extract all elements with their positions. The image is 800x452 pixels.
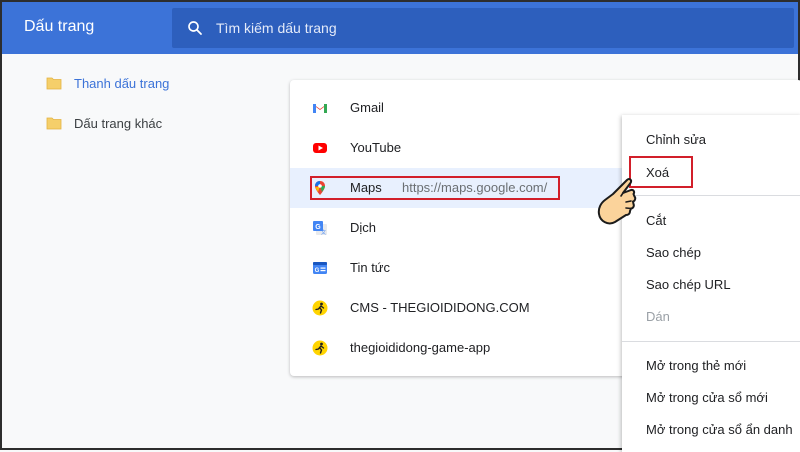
search-icon[interactable] xyxy=(186,19,204,37)
menu-item-edit[interactable]: Chỉnh sửa xyxy=(646,132,706,147)
menu-item-copy-url[interactable]: Sao chép URL xyxy=(646,277,731,292)
maps-highlight-annotation xyxy=(310,176,560,200)
pointing-hand-icon xyxy=(597,178,637,225)
search-input[interactable] xyxy=(216,8,776,48)
bookmark-title: thegioididong-game-app xyxy=(350,340,491,355)
bookmark-title: CMS - THEGIOIDIDONG.COM xyxy=(350,300,530,315)
menu-item-copy[interactable]: Sao chép xyxy=(646,245,701,260)
sidebar-item-other-bookmarks[interactable]: Dấu trang khác xyxy=(46,113,162,133)
top-app-bar: Dấu trang xyxy=(2,2,798,54)
youtube-icon xyxy=(313,143,327,153)
svg-text:G: G xyxy=(315,268,320,274)
bookmark-title: Tin tức xyxy=(350,260,391,275)
translate-icon: G 文 xyxy=(313,221,327,236)
sidebar-item-label: Dấu trang khác xyxy=(74,115,163,131)
bookmark-title: YouTube xyxy=(350,140,402,155)
svg-text:文: 文 xyxy=(321,229,326,236)
folder-icon xyxy=(46,117,62,130)
menu-divider xyxy=(622,195,800,196)
menu-divider xyxy=(622,341,800,342)
menu-item-cut[interactable]: Cắt xyxy=(646,213,666,228)
news-icon: G xyxy=(313,262,327,274)
folder-icon xyxy=(46,77,62,90)
menu-item-open-new-tab[interactable]: Mở trong thẻ mới xyxy=(646,358,746,373)
tgdd-icon xyxy=(312,300,328,316)
page-title: Dấu trang xyxy=(24,18,95,35)
bookmark-title: Gmail xyxy=(350,100,384,115)
tgdd-icon xyxy=(312,340,328,356)
sidebar-item-label: Thanh dấu trang xyxy=(74,75,170,91)
menu-item-open-incognito[interactable]: Mở trong cửa sổ ẩn danh xyxy=(646,422,793,437)
bookmark-title: Dịch xyxy=(350,220,377,235)
gmail-icon xyxy=(313,103,327,113)
menu-item-open-new-window[interactable]: Mở trong cửa sổ mới xyxy=(646,390,768,405)
sidebar-item-bookmarks-bar[interactable]: Thanh dấu trang xyxy=(46,73,169,93)
search-box[interactable] xyxy=(172,8,794,48)
menu-item-paste: Dán xyxy=(646,309,670,324)
